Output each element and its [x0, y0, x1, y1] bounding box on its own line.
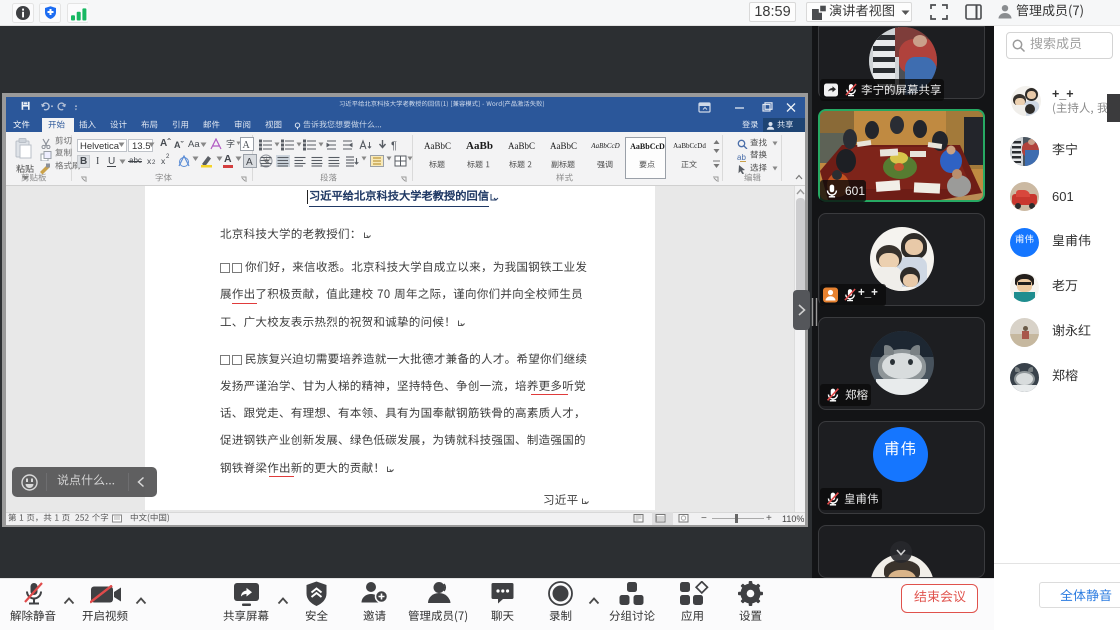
svg-text:¶: ¶	[391, 140, 397, 151]
svg-text:ab: ab	[737, 153, 746, 162]
svg-text:A: A	[243, 140, 251, 151]
svg-text:A: A	[246, 157, 253, 168]
